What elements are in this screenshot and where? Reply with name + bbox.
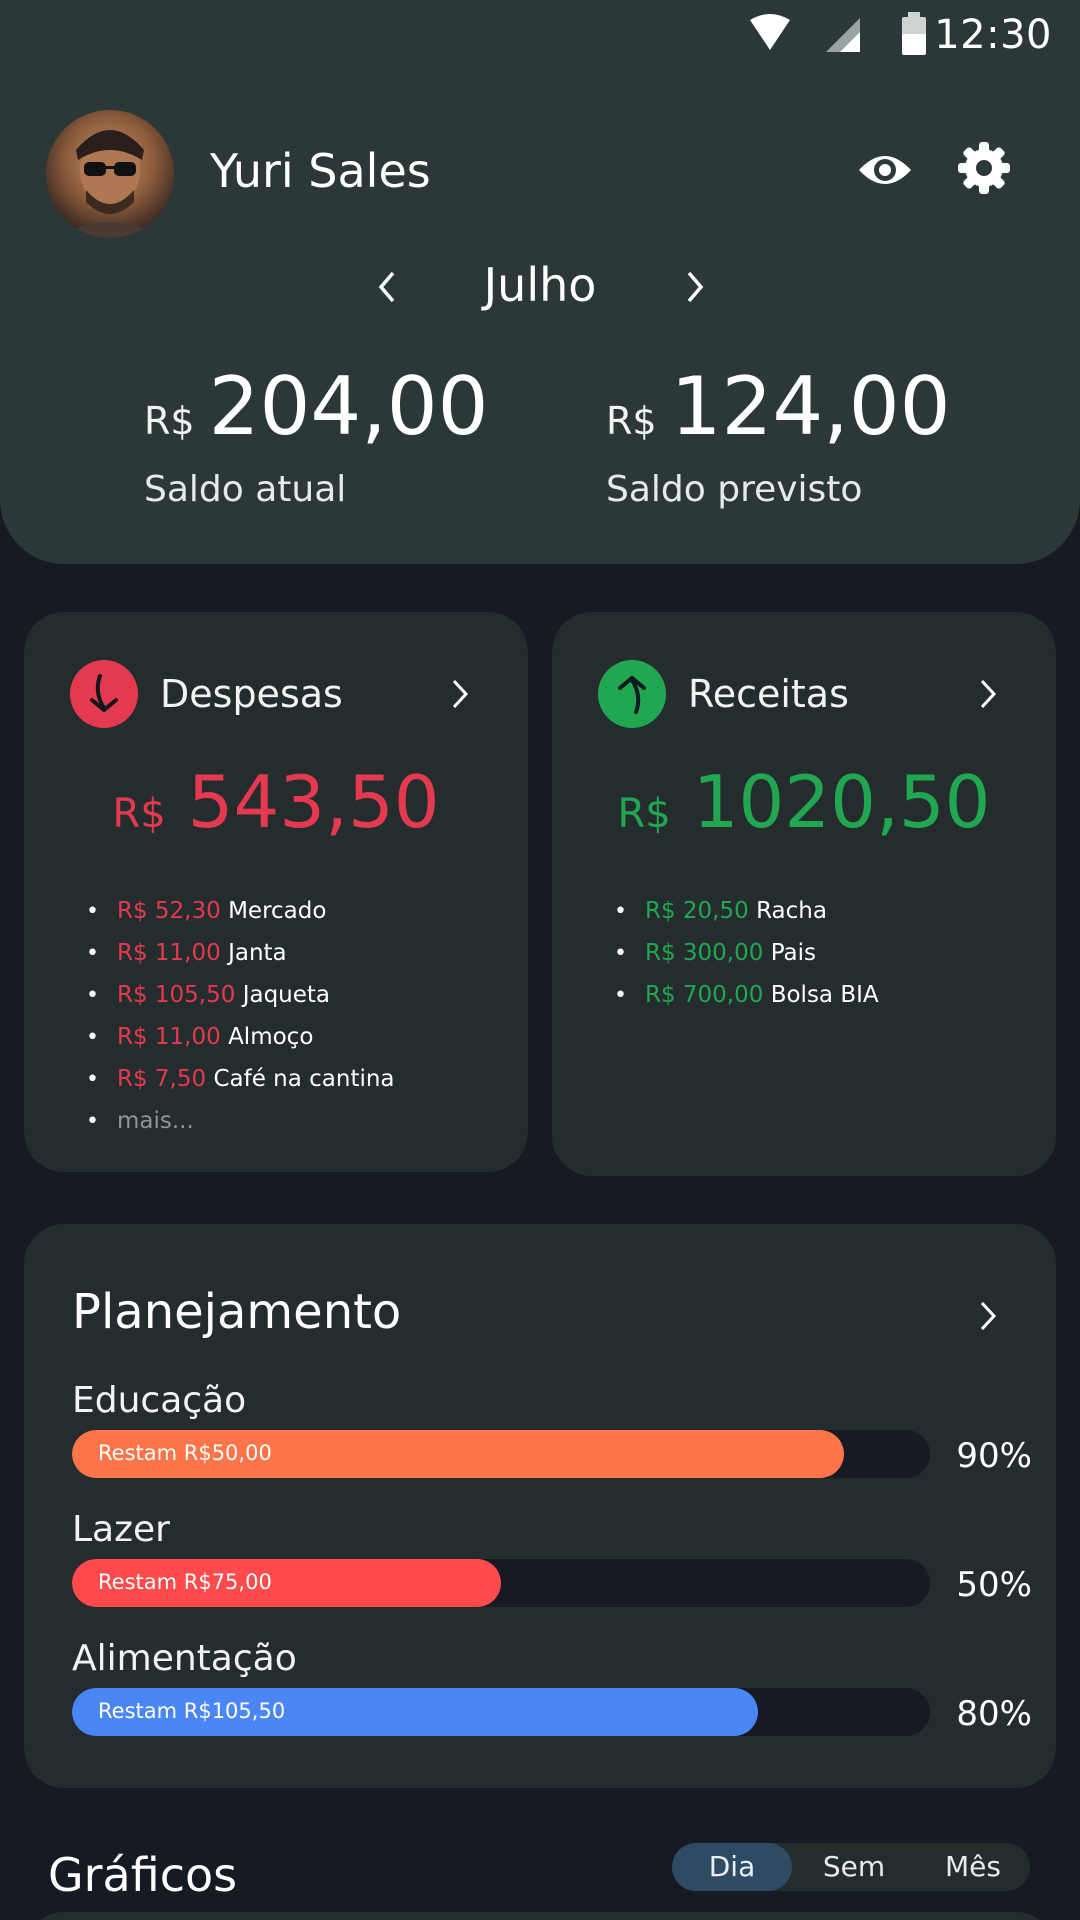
- progress-fill: Restam R$105,50: [72, 1688, 759, 1736]
- planning-card[interactable]: Planejamento Educação Restam R$50,00 90%…: [24, 1224, 1056, 1788]
- header-panel: 12:30 Yuri Sales Julho R$ 204,00 Saldo a…: [0, 0, 1080, 564]
- percent-label: 80%: [956, 1694, 1032, 1734]
- chevron-right-icon[interactable]: [440, 672, 480, 716]
- period-option-day[interactable]: Dia: [672, 1843, 792, 1891]
- charts-card: [24, 1912, 1056, 1920]
- progress-track: Restam R$50,00: [72, 1430, 930, 1478]
- signal-icon: [822, 14, 862, 58]
- planning-category-label: Alimentação: [72, 1638, 297, 1679]
- planning-title: Planejamento: [72, 1284, 402, 1340]
- planning-category-label: Lazer: [72, 1509, 170, 1550]
- balance-current-value: 204,00: [208, 360, 489, 453]
- period-option-month[interactable]: Mês: [916, 1843, 1030, 1891]
- list-item: R$ 52,30 Mercado: [86, 890, 395, 932]
- list-item: R$ 7,50 Café na cantina: [86, 1058, 395, 1100]
- income-title: Receitas: [688, 672, 849, 716]
- remaining-label: Restam R$105,50: [98, 1699, 286, 1723]
- arrow-up-icon: [598, 660, 666, 728]
- income-list: R$ 20,50 Racha R$ 300,00 Pais R$ 700,00 …: [614, 890, 879, 1016]
- chevron-right-icon[interactable]: [670, 262, 720, 312]
- expenses-card[interactable]: Despesas R$ 543,50 R$ 52,30 Mercado R$ 11…: [24, 612, 528, 1172]
- status-bar: 12:30: [0, 0, 1080, 70]
- balance-forecast-value: 124,00: [670, 360, 951, 453]
- balance-forecast-currency: R$: [606, 399, 657, 443]
- status-time: 12:30: [934, 12, 1052, 58]
- charts-title: Gráficos: [48, 1848, 238, 1902]
- progress-track: Restam R$105,50: [72, 1688, 930, 1736]
- wifi-icon: [748, 14, 792, 58]
- chevron-right-icon[interactable]: [968, 672, 1008, 716]
- income-total-value: 1020,50: [692, 760, 991, 844]
- progress-track: Restam R$75,00: [72, 1559, 930, 1607]
- income-card[interactable]: Receitas R$ 1020,50 R$ 20,50 Racha R$ 300…: [552, 612, 1056, 1176]
- period-option-week[interactable]: Sem: [792, 1843, 916, 1891]
- planning-category-label: Educação: [72, 1380, 247, 1421]
- avatar[interactable]: [46, 110, 174, 238]
- expenses-currency: R$: [112, 791, 166, 837]
- list-item: R$ 11,00 Janta: [86, 932, 395, 974]
- planning-row-educacao[interactable]: Educação Restam R$50,00 90%: [72, 1380, 1032, 1500]
- income-currency: R$: [617, 791, 671, 837]
- income-total: R$ 1020,50: [552, 760, 1056, 844]
- battery-icon: [900, 12, 928, 60]
- income-card-header: Receitas: [598, 660, 1008, 728]
- expenses-more-link[interactable]: mais...: [86, 1100, 395, 1142]
- gear-icon[interactable]: [952, 136, 1016, 200]
- list-item: R$ 300,00 Pais: [614, 932, 879, 974]
- balance-forecast: R$ 124,00 Saldo previsto: [606, 360, 951, 510]
- balance-forecast-label: Saldo previsto: [606, 469, 863, 510]
- progress-fill: Restam R$75,00: [72, 1559, 501, 1607]
- remaining-label: Restam R$75,00: [98, 1570, 272, 1594]
- expenses-total-value: 543,50: [187, 760, 440, 844]
- list-item: R$ 105,50 Jaqueta: [86, 974, 395, 1016]
- progress-fill: Restam R$50,00: [72, 1430, 845, 1478]
- user-name: Yuri Sales: [210, 144, 431, 198]
- expenses-total: R$ 543,50: [24, 760, 528, 844]
- month-selector: Julho: [0, 252, 1080, 322]
- remaining-label: Restam R$50,00: [98, 1441, 272, 1465]
- planning-row-lazer[interactable]: Lazer Restam R$75,00 50%: [72, 1509, 1032, 1629]
- expenses-list: R$ 52,30 Mercado R$ 11,00 Janta R$ 105,5…: [86, 890, 395, 1142]
- percent-label: 50%: [956, 1565, 1032, 1605]
- balance-current-label: Saldo atual: [144, 469, 347, 510]
- expenses-card-header: Despesas: [70, 660, 480, 728]
- chevron-left-icon[interactable]: [362, 262, 412, 312]
- balance-current-currency: R$: [144, 399, 195, 443]
- period-segmented-control: Dia Sem Mês: [672, 1843, 1030, 1891]
- percent-label: 90%: [956, 1436, 1032, 1476]
- list-item: R$ 20,50 Racha: [614, 890, 879, 932]
- expenses-title: Despesas: [160, 672, 343, 716]
- planning-row-alimentacao[interactable]: Alimentação Restam R$105,50 80%: [72, 1638, 1032, 1758]
- month-label: Julho: [483, 258, 597, 312]
- chevron-right-icon[interactable]: [968, 1294, 1008, 1338]
- list-item: R$ 700,00 Bolsa BIA: [614, 974, 879, 1016]
- arrow-down-icon: [70, 660, 138, 728]
- eye-icon[interactable]: [853, 138, 917, 202]
- balance-current: R$ 204,00 Saldo atual: [144, 360, 489, 510]
- list-item: R$ 11,00 Almoço: [86, 1016, 395, 1058]
